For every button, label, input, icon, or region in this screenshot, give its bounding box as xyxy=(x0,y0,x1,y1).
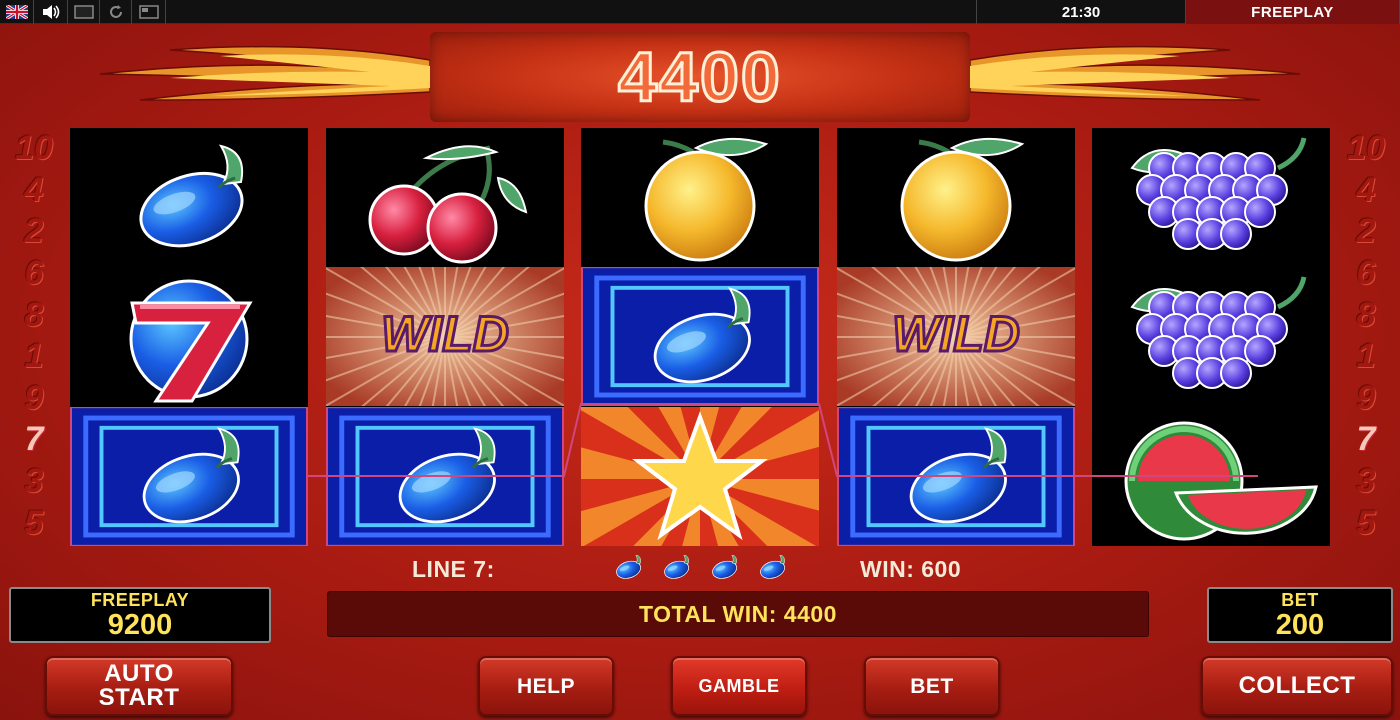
payline-number[interactable]: 8 xyxy=(1336,294,1396,336)
plum-icon xyxy=(839,407,1073,545)
payline-number[interactable]: 3 xyxy=(4,461,64,503)
payline-number[interactable]: 2 xyxy=(1336,211,1396,253)
orange-icon xyxy=(644,137,769,262)
freeplay-credit-box: FREEPLAY 9200 xyxy=(9,587,271,643)
auto-start-label-2: START xyxy=(98,684,180,711)
win-amount: WIN: 600 xyxy=(860,556,962,582)
cherries-symbol xyxy=(326,128,564,267)
plum-icon xyxy=(658,554,694,586)
plum-symbol xyxy=(70,128,308,267)
flames-right-decoration xyxy=(970,45,1301,101)
plum-icon xyxy=(754,554,790,586)
bet-button[interactable]: BET xyxy=(864,656,1000,716)
status-bar: 21:30 FREEPLAY xyxy=(0,0,1400,24)
payline-number[interactable]: 6 xyxy=(4,253,64,295)
freeplay-label: FREEPLAY xyxy=(90,589,190,610)
payline-number[interactable]: 6 xyxy=(1336,253,1396,295)
payline-number[interactable]: 9 xyxy=(1336,378,1396,420)
collect-button[interactable]: COLLECT xyxy=(1201,656,1393,716)
plum-symbol xyxy=(837,406,1075,546)
wild-icon: WILD xyxy=(326,267,564,407)
bet-value: 200 xyxy=(1275,608,1325,641)
payline-number[interactable]: 1 xyxy=(1336,336,1396,378)
plum-icon xyxy=(706,554,742,586)
payline-number[interactable]: 5 xyxy=(4,502,64,544)
payline-number-active[interactable]: 7 xyxy=(4,419,64,461)
payline-numbers-left: 10 4 2 6 8 1 9 7 3 5 xyxy=(4,128,64,544)
gamble-button[interactable]: GAMBLE xyxy=(671,656,807,716)
star-icon xyxy=(581,406,819,546)
svg-text:WILD: WILD xyxy=(381,306,509,362)
payline-number[interactable]: 10 xyxy=(4,128,64,170)
plum-icon xyxy=(139,144,244,248)
mode-label: FREEPLAY xyxy=(1186,0,1400,24)
flames-left-decoration xyxy=(99,45,430,101)
orange-symbol xyxy=(581,128,819,267)
reel-1 xyxy=(70,128,308,546)
watermelon-symbol xyxy=(1092,407,1330,546)
bet-label: BET xyxy=(1281,589,1319,610)
grapes-icon xyxy=(1130,276,1307,390)
payline-number-active[interactable]: 7 xyxy=(1336,419,1396,461)
banner-win-value: 4400 xyxy=(617,37,782,118)
uk-flag-icon[interactable] xyxy=(0,0,34,24)
grapes-symbol xyxy=(1092,128,1330,267)
clock: 21:30 xyxy=(976,0,1186,24)
reel-5 xyxy=(1092,128,1330,546)
total-win: TOTAL WIN: 4400 xyxy=(327,591,1149,637)
plum-icon xyxy=(610,554,646,586)
payline-numbers-right: 10 4 2 6 8 1 9 7 3 5 xyxy=(1336,128,1396,544)
grapes-symbol xyxy=(1092,267,1330,406)
seven-symbol xyxy=(70,267,308,406)
help-button[interactable]: HELP xyxy=(478,656,614,716)
watermelon-icon xyxy=(1124,421,1318,541)
window-icon[interactable] xyxy=(132,0,166,24)
wild-icon: WILD xyxy=(837,267,1075,407)
reel-3 xyxy=(581,128,819,546)
payline-number[interactable]: 3 xyxy=(1336,461,1396,503)
speaker-icon[interactable] xyxy=(34,0,68,24)
plum-icon xyxy=(328,407,562,545)
auto-start-button[interactable]: AUTO START xyxy=(45,656,233,716)
plum-symbol xyxy=(326,406,564,546)
star-symbol xyxy=(581,406,819,546)
payline-number[interactable]: 1 xyxy=(4,336,64,378)
orange-icon xyxy=(900,137,1025,262)
plum-icon xyxy=(72,407,306,545)
payline-number[interactable]: 4 xyxy=(4,170,64,212)
payline-number[interactable]: 10 xyxy=(1336,128,1396,170)
plum-symbol xyxy=(70,406,308,546)
seven-icon xyxy=(129,279,253,403)
reel-2: WILD xyxy=(326,128,564,546)
bet-box: BET 200 xyxy=(1207,587,1393,643)
orange-symbol xyxy=(837,128,1075,267)
svg-text:WILD: WILD xyxy=(892,306,1020,362)
win-banner: 4400 xyxy=(430,32,970,122)
payline-number[interactable]: 2 xyxy=(4,211,64,253)
payline-number[interactable]: 9 xyxy=(4,378,64,420)
auto-start-label-1: AUTO xyxy=(104,660,174,687)
freeplay-value: 9200 xyxy=(107,608,173,641)
payline-number[interactable]: 4 xyxy=(1336,170,1396,212)
wild-symbol: WILD xyxy=(326,267,564,407)
grapes-icon xyxy=(1130,137,1307,250)
screen-icon[interactable] xyxy=(68,0,100,24)
plum-symbol xyxy=(581,267,819,407)
reel-4: WILD xyxy=(837,128,1075,546)
win-symbols xyxy=(610,554,790,586)
cherries-icon xyxy=(368,145,528,264)
slot-machine: 4400 10 4 2 6 8 1 9 7 3 5 10 4 2 6 8 1 9… xyxy=(0,24,1400,720)
payline-number[interactable]: 8 xyxy=(4,294,64,336)
plum-icon xyxy=(583,268,817,406)
win-line-label: LINE 7: xyxy=(412,556,495,582)
reload-icon[interactable] xyxy=(100,0,132,24)
wild-symbol: WILD xyxy=(837,267,1075,407)
payline-number[interactable]: 5 xyxy=(1336,502,1396,544)
